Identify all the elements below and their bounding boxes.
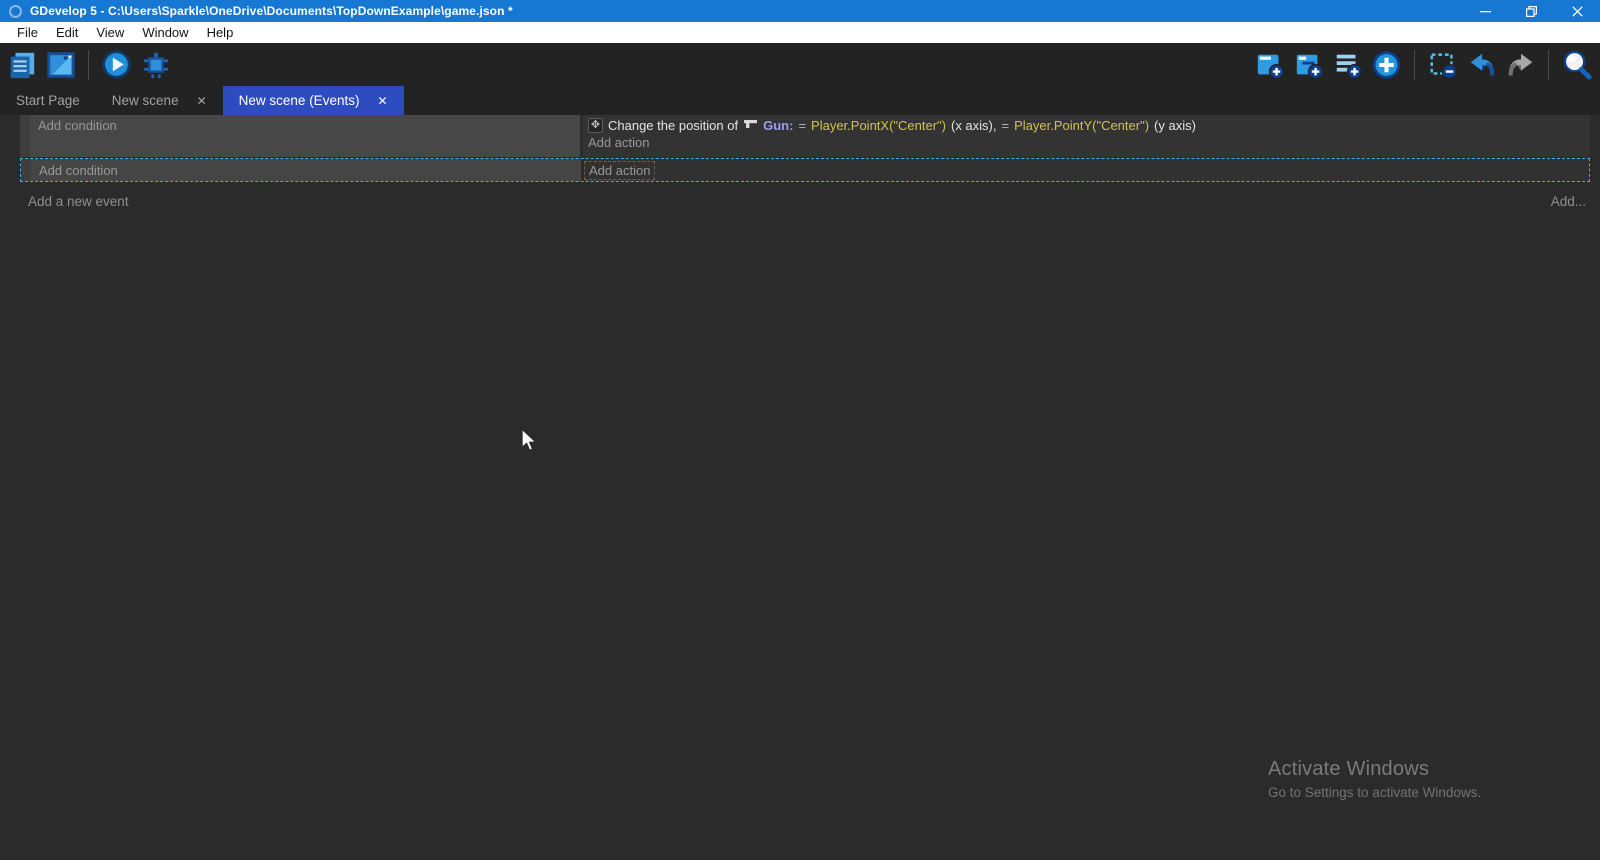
actions-cell: Add action: [584, 159, 1589, 181]
undo-icon[interactable]: [1466, 49, 1497, 80]
menu-bar: File Edit View Window Help: [0, 22, 1600, 43]
tab-new-scene[interactable]: New scene ✕: [96, 86, 223, 115]
action-text: (x axis),: [951, 118, 997, 133]
action-object-name: Gun:: [763, 118, 793, 133]
action-operator: =: [1001, 118, 1009, 133]
tab-close-icon[interactable]: ✕: [377, 94, 387, 108]
tab-label: Start Page: [16, 93, 80, 108]
events-sheet: Add condition ✥ Change the position of G…: [0, 115, 1600, 860]
tab-new-scene-events[interactable]: New scene (Events) ✕: [223, 86, 404, 115]
add-subevent-icon[interactable]: [1293, 49, 1324, 80]
toolbar-separator: [1548, 50, 1549, 80]
add-action-button[interactable]: Add action: [583, 134, 1590, 151]
toolbar: [0, 43, 1600, 86]
redo-icon[interactable]: [1505, 49, 1536, 80]
delete-selected-event-icon[interactable]: [1427, 49, 1458, 80]
title-bar: GDevelop 5 - C:\Users\Sparkle\OneDrive\D…: [0, 0, 1600, 22]
action-expression-x: Player.PointX("Center"): [811, 118, 946, 133]
event-drag-handle[interactable]: [20, 115, 30, 157]
launch-debugger-icon[interactable]: [140, 49, 171, 80]
add-more-button[interactable]: Add...: [1551, 194, 1586, 209]
tab-start-page[interactable]: Start Page: [0, 86, 96, 115]
toolbar-separator: [88, 50, 89, 80]
minimize-button[interactable]: [1462, 0, 1508, 22]
project-manager-icon[interactable]: [6, 49, 37, 80]
tab-label: New scene (Events): [239, 93, 360, 108]
event-drag-handle[interactable]: [21, 159, 31, 181]
move-position-icon: ✥: [588, 118, 603, 133]
menu-edit[interactable]: Edit: [47, 22, 87, 43]
event-row-selected[interactable]: Add condition Add action: [20, 158, 1590, 182]
toolbar-separator: [1414, 50, 1415, 80]
close-button[interactable]: [1554, 0, 1600, 22]
add-condition-button[interactable]: Add condition: [30, 115, 580, 157]
launch-preview-icon[interactable]: [101, 49, 132, 80]
gun-thumbnail-icon: [743, 118, 758, 133]
activate-windows-watermark: Activate Windows Go to Settings to activ…: [1268, 758, 1481, 800]
menu-window[interactable]: Window: [133, 22, 197, 43]
tab-label: New scene: [112, 93, 179, 108]
menu-view[interactable]: View: [87, 22, 133, 43]
menu-help[interactable]: Help: [198, 22, 243, 43]
choose-add-event-icon[interactable]: [1371, 49, 1402, 80]
mouse-cursor: [520, 428, 542, 457]
search-icon[interactable]: [1561, 49, 1592, 80]
action-operator: =: [798, 118, 806, 133]
menu-file[interactable]: File: [8, 22, 47, 43]
add-event-icon[interactable]: [1254, 49, 1285, 80]
event-row[interactable]: Add condition ✥ Change the position of G…: [20, 115, 1590, 157]
action-text: (y axis): [1154, 118, 1196, 133]
add-comment-icon[interactable]: [1332, 49, 1363, 80]
maximize-button[interactable]: [1508, 0, 1554, 22]
action-item[interactable]: ✥ Change the position of Gun: = Player.P…: [583, 115, 1590, 134]
add-action-button-focused[interactable]: Add action: [584, 161, 655, 180]
add-condition-button[interactable]: Add condition: [31, 159, 581, 181]
tab-bar: Start Page New scene ✕ New scene (Events…: [0, 86, 1600, 115]
scene-editor-icon[interactable]: [45, 49, 76, 80]
tab-close-icon[interactable]: ✕: [197, 94, 207, 108]
actions-cell: ✥ Change the position of Gun: = Player.P…: [583, 115, 1590, 157]
gdevelop-logo-icon: [9, 5, 22, 18]
action-text: Change the position of: [608, 118, 738, 133]
action-expression-y: Player.PointY("Center"): [1014, 118, 1149, 133]
add-new-event-button[interactable]: Add a new event: [28, 194, 129, 209]
window-title: GDevelop 5 - C:\Users\Sparkle\OneDrive\D…: [30, 4, 513, 18]
